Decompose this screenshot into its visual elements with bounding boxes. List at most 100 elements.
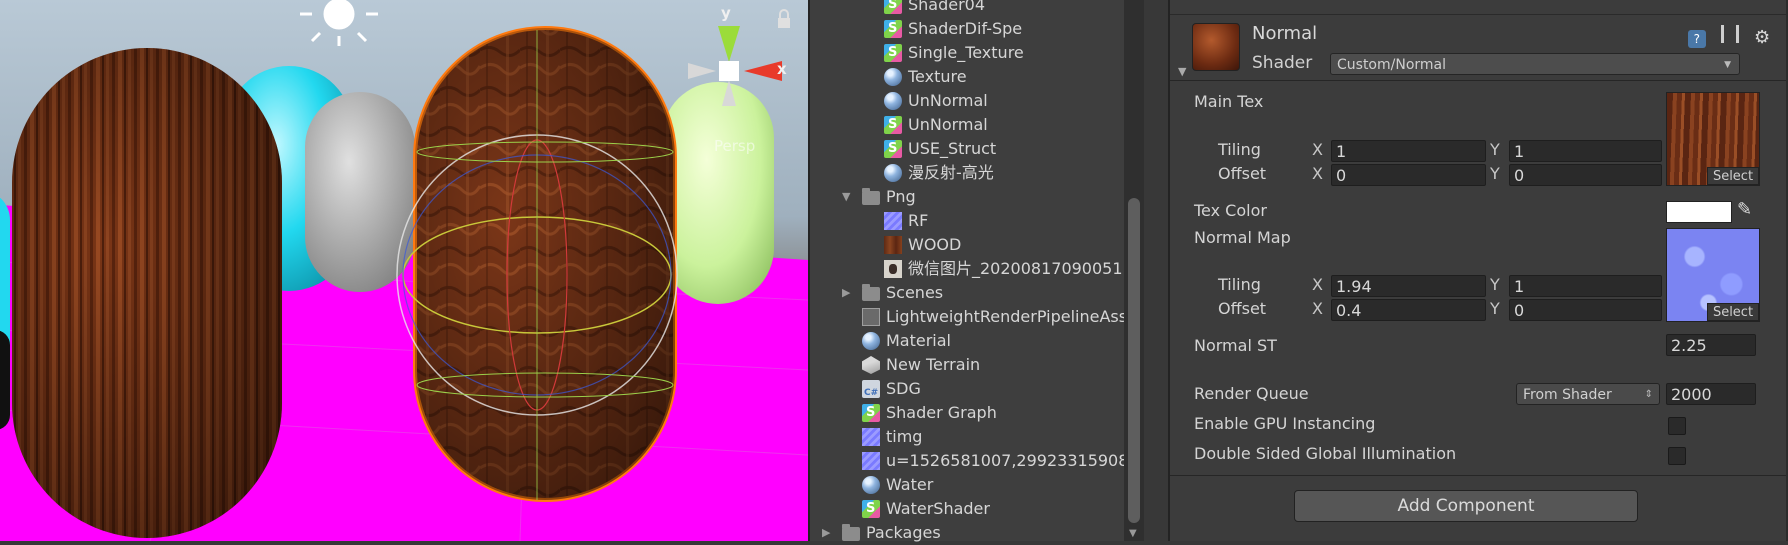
main-tex-tiling-label: Tiling — [1218, 140, 1261, 159]
project-item-label: RF — [908, 211, 929, 230]
shader-value: Custom/Normal — [1337, 57, 1447, 73]
scene-canvas[interactable] — [0, 0, 808, 541]
dark-object[interactable] — [0, 330, 10, 430]
project-item-label: timg — [886, 427, 923, 446]
csharp-script-icon — [862, 380, 880, 405]
x-axis-label: x — [777, 60, 787, 78]
wood-capsule-left[interactable] — [12, 48, 282, 538]
material-icon — [862, 332, 880, 350]
perspective-label[interactable]: Persp — [714, 137, 755, 155]
lime-capsule[interactable] — [662, 82, 774, 304]
folder-icon — [862, 188, 880, 205]
main-tex-offset-label: Offset — [1218, 164, 1267, 183]
selected-wood-capsule[interactable] — [413, 26, 677, 502]
project-item-label: Shader Graph — [886, 403, 997, 422]
folder-icon — [842, 524, 860, 541]
project-panel[interactable]: Shader04 ShaderDif-Spe Single_Texture Textu… — [808, 0, 1144, 542]
project-item-label: Packages — [866, 523, 941, 542]
normal-map-offset-y-field[interactable]: 0 — [1509, 299, 1662, 321]
normal-map-slot[interactable]: Select — [1666, 228, 1760, 322]
scrollbar-thumb[interactable] — [1128, 198, 1140, 523]
normal-st-field[interactable]: 2.25 — [1666, 334, 1756, 356]
chevron-down-icon: ▼ — [1724, 60, 1731, 70]
texture-icon — [862, 428, 880, 446]
double-sided-gi-checkbox[interactable] — [1668, 447, 1686, 465]
wood-texture-icon — [884, 236, 902, 254]
center-cube[interactable] — [719, 61, 739, 81]
normal-map-offset-label: Offset — [1218, 299, 1267, 318]
foldout-expanded-icon[interactable]: ▼ — [842, 185, 850, 209]
shader-dropdown[interactable]: Custom/Normal ▼ — [1330, 53, 1740, 75]
gear-icon[interactable]: ⚙ — [1754, 29, 1772, 47]
main-tex-offset-x-field[interactable]: 0 — [1331, 164, 1486, 186]
project-item-label: USE_Struct — [908, 139, 997, 158]
normal-map-tiling-y-field[interactable]: 1 — [1509, 275, 1662, 297]
project-item-label: Scenes — [886, 283, 944, 302]
main-tex-offset-y-label: Y — [1490, 164, 1500, 183]
eyedropper-icon[interactable]: ✎ — [1737, 199, 1752, 220]
project-item-label: Texture — [908, 67, 967, 86]
grey-capsule[interactable] — [305, 92, 415, 292]
normal-map-tiling-x-label: X — [1312, 275, 1323, 294]
main-tex-tiling-y-field[interactable]: 1 — [1509, 140, 1662, 162]
gpu-instancing-checkbox[interactable] — [1668, 417, 1686, 435]
main-tex-tiling-y-label: Y — [1490, 140, 1500, 159]
preset-icon[interactable] — [1720, 25, 1739, 43]
main-tex-select-button[interactable]: Select — [1707, 167, 1759, 185]
project-item-label: 微信图片_20200817090051 — [908, 259, 1123, 278]
normal-map-tiling-x-field[interactable]: 1.94 — [1331, 275, 1486, 297]
project-item-label: ShaderDif-Spe — [908, 19, 1023, 38]
project-item-label: Shader04 — [908, 0, 986, 14]
project-item-label: 漫反射-高光 — [908, 163, 994, 182]
project-item-label: Water — [886, 475, 934, 494]
main-tex-offset-x-label: X — [1312, 164, 1323, 183]
main-tex-offset-y-field[interactable]: 0 — [1509, 164, 1662, 186]
project-item-label: LightweightRenderPipelineAss — [886, 307, 1128, 326]
footer-divider — [1170, 475, 1788, 476]
header-divider — [1170, 80, 1788, 81]
project-item-label: u=1526581007,29923315908 — [886, 451, 1129, 470]
tex-color-label: Tex Color — [1194, 201, 1267, 220]
texture-icon — [862, 452, 880, 470]
scene-view[interactable]: y x Persp — [0, 0, 808, 541]
material-header: Normal Shader Custom/Normal ▼ ? ⚙ ▼ — [1170, 14, 1788, 81]
material-icon — [884, 164, 902, 182]
shader-icon — [862, 497, 880, 521]
double-sided-gi-label: Double Sided Global Illumination — [1194, 444, 1457, 463]
project-item-label: Material — [886, 331, 951, 350]
normal-map-select-button[interactable]: Select — [1707, 303, 1759, 321]
y-axis-label: y — [721, 4, 731, 22]
project-item-label: WOOD — [908, 235, 962, 254]
tex-color-swatch[interactable] — [1666, 201, 1732, 223]
shader-icon — [862, 401, 880, 425]
add-component-button[interactable]: Add Component — [1294, 490, 1638, 522]
render-queue-mode-value: From Shader — [1523, 387, 1612, 403]
render-queue-mode-dropdown[interactable]: From Shader ⇕ — [1516, 383, 1660, 405]
main-tex-slot[interactable]: Select — [1666, 92, 1760, 186]
main-tex-tiling-x-field[interactable]: 1 — [1331, 140, 1486, 162]
project-item-label: WaterShader — [886, 499, 990, 518]
inspector-panel[interactable]: Normal Shader Custom/Normal ▼ ? ⚙ ▼ Main… — [1168, 0, 1788, 541]
material-name: Normal — [1252, 23, 1318, 44]
help-icon[interactable]: ? — [1687, 30, 1706, 48]
project-scrollbar[interactable]: ▼ — [1124, 0, 1144, 541]
render-queue-field[interactable]: 2000 — [1666, 383, 1756, 405]
texture-icon — [884, 212, 902, 230]
normal-map-offset-y-label: Y — [1490, 299, 1500, 318]
updown-caret-icon: ⇕ — [1644, 389, 1653, 400]
foldout-collapsed-icon[interactable]: ▶ — [842, 281, 850, 305]
foldout-caret-icon[interactable]: ▼ — [1178, 65, 1186, 78]
material-icon — [862, 476, 880, 494]
scroll-down-icon[interactable]: ▼ — [1129, 528, 1137, 539]
shader-icon — [884, 137, 902, 161]
header-icons: ? ⚙ — [1678, 25, 1772, 48]
normal-map-label: Normal Map — [1194, 228, 1291, 247]
normal-map-offset-x-field[interactable]: 0.4 — [1331, 299, 1486, 321]
image-icon — [884, 260, 902, 278]
foldout-collapsed-icon[interactable]: ▶ — [822, 521, 830, 545]
shader-label: Shader — [1252, 53, 1313, 73]
shader-icon — [884, 113, 902, 137]
shader-icon — [884, 17, 902, 41]
project-item-label: Single_Texture — [908, 43, 1024, 62]
normal-map-tiling-label: Tiling — [1218, 275, 1261, 294]
